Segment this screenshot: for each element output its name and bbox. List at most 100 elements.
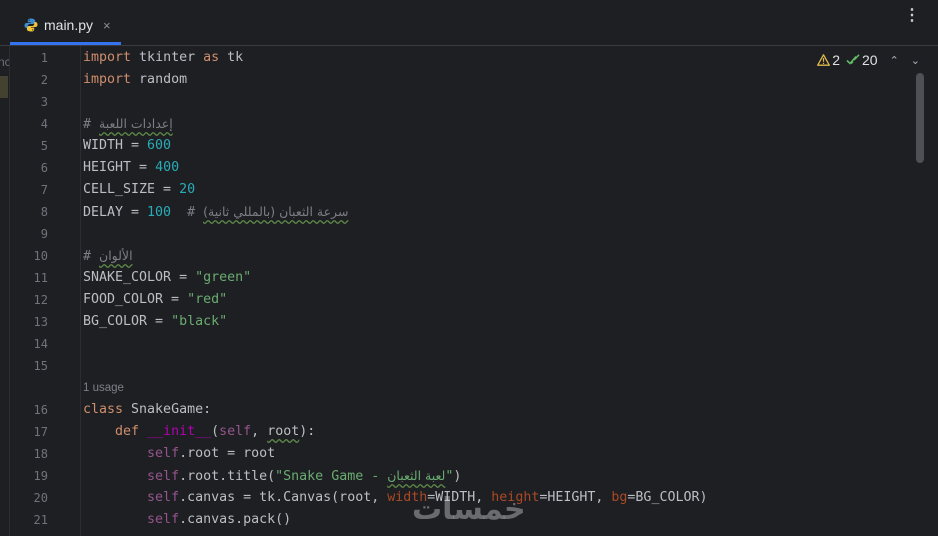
project-selected-item[interactable] bbox=[0, 76, 8, 98]
comment-text: الألوان bbox=[99, 248, 133, 263]
code-text: ( bbox=[211, 424, 220, 439]
line-number: 14 bbox=[33, 337, 48, 351]
warnings-count: 2 bbox=[832, 52, 840, 68]
code-line-18[interactable]: self.root = root bbox=[83, 443, 275, 465]
number-literal: 20 bbox=[179, 182, 196, 197]
line-number-gutter: 1 2 3 4 5 6 7 8 9 10 11 12 13 14 15 16 1… bbox=[10, 46, 80, 536]
line-number: 18 bbox=[33, 447, 48, 461]
self-keyword: self bbox=[147, 512, 180, 527]
vertical-scrollbar-thumb[interactable] bbox=[916, 73, 924, 163]
tab-label: main.py bbox=[44, 17, 94, 33]
code-line-16[interactable]: class SnakeGame: bbox=[83, 399, 211, 421]
code-text: .root.title( bbox=[179, 469, 276, 484]
code-text: SnakeGame: bbox=[123, 402, 212, 417]
string-literal: "green" bbox=[195, 270, 252, 285]
weak-warnings-counter[interactable]: 20 bbox=[846, 52, 878, 68]
keyword: class bbox=[83, 402, 124, 417]
keyword: as bbox=[203, 50, 220, 65]
code-text: , bbox=[251, 424, 268, 439]
code-line-21[interactable]: self.canvas.pack() bbox=[83, 509, 291, 531]
number-literal: 400 bbox=[155, 160, 180, 175]
next-highlight-icon[interactable]: ⌄ bbox=[911, 54, 920, 67]
code-line-1[interactable]: import tkinter as tk bbox=[83, 47, 243, 69]
self-keyword: self bbox=[147, 490, 180, 505]
parameter: root bbox=[267, 424, 300, 439]
keyword: import bbox=[83, 50, 132, 65]
comment-marker: # bbox=[83, 117, 100, 132]
code-line-2[interactable]: import random bbox=[83, 69, 187, 91]
code-line-10[interactable]: # الألوان bbox=[83, 245, 133, 267]
code-line-12[interactable]: FOOD_COLOR = "red" bbox=[83, 289, 227, 311]
active-tab-indicator bbox=[10, 42, 121, 45]
line-number: 10 bbox=[33, 249, 48, 263]
code-text: FOOD_COLOR = bbox=[83, 292, 188, 307]
line-number: 3 bbox=[40, 95, 48, 109]
more-options-icon[interactable]: ⋮ bbox=[904, 8, 920, 24]
line-number: 4 bbox=[40, 117, 48, 131]
code-text: =HEIGHT, bbox=[539, 490, 612, 505]
code-line-17[interactable]: def __init__(self, root): bbox=[83, 421, 315, 443]
function-name: __init__ bbox=[147, 424, 212, 439]
tab-main-py[interactable]: main.py × bbox=[10, 4, 121, 46]
code-text: random bbox=[131, 72, 188, 87]
code-text: tkinter bbox=[131, 50, 204, 65]
project-panel-text: nc bbox=[0, 55, 9, 69]
weak-warnings-count: 20 bbox=[861, 52, 878, 68]
keyword: def bbox=[115, 424, 140, 439]
line-number: 8 bbox=[40, 205, 48, 219]
string-arabic: لعبة الثعبان bbox=[387, 468, 446, 483]
python-file-icon bbox=[24, 18, 38, 32]
code-line-13[interactable]: BG_COLOR = "black" bbox=[83, 311, 227, 333]
code-text: .canvas = tk.Canvas(root, bbox=[179, 490, 388, 505]
line-number: 21 bbox=[33, 513, 48, 527]
line-number: 6 bbox=[40, 161, 48, 175]
string-literal: "Snake Game - bbox=[275, 469, 388, 484]
comment-text: إعدادات اللعبة bbox=[99, 116, 173, 131]
code-editor[interactable]: import tkinter as tk import random # إعد… bbox=[80, 46, 916, 536]
code-line-11[interactable]: SNAKE_COLOR = "green" bbox=[83, 267, 251, 289]
close-icon[interactable]: × bbox=[103, 18, 111, 33]
code-text: tk bbox=[219, 50, 244, 65]
self-keyword: self bbox=[219, 424, 252, 439]
code-text: SNAKE_COLOR = bbox=[83, 270, 196, 285]
line-number: 12 bbox=[33, 293, 48, 307]
comment-marker: # bbox=[83, 249, 100, 264]
line-number: 16 bbox=[33, 403, 48, 417]
line-number: 7 bbox=[40, 183, 48, 197]
usage-hint[interactable]: 1 usage bbox=[83, 379, 124, 397]
keyword: import bbox=[83, 72, 132, 87]
code-text: .canvas.pack() bbox=[179, 512, 292, 527]
comment-text: سرعة الثعبان (بالمللي ثانية) bbox=[203, 204, 349, 219]
inspections-widget[interactable]: 2 20 ⌃ ⌄ bbox=[817, 50, 920, 70]
project-panel-edge: nc bbox=[0, 46, 10, 536]
previous-highlight-icon[interactable]: ⌃ bbox=[890, 54, 899, 67]
string-literal: "black" bbox=[171, 314, 228, 329]
number-literal: 600 bbox=[147, 138, 172, 153]
line-number: 17 bbox=[33, 425, 48, 439]
code-line-20[interactable]: self.canvas = tk.Canvas(root, width=WIDT… bbox=[83, 487, 707, 509]
code-line-6[interactable]: HEIGHT = 400 bbox=[83, 157, 179, 179]
code-text: .root = root bbox=[179, 446, 276, 461]
double-check-icon bbox=[846, 54, 860, 65]
self-keyword: self bbox=[147, 446, 180, 461]
line-number: 19 bbox=[33, 469, 48, 483]
code-line-7[interactable]: CELL_SIZE = 20 bbox=[83, 179, 195, 201]
code-line-8[interactable]: DELAY = 100 # سرعة الثعبان (بالمللي ثاني… bbox=[83, 201, 348, 223]
code-text: ): bbox=[299, 424, 316, 439]
line-number: 15 bbox=[33, 359, 48, 373]
code-line-4[interactable]: # إعدادات اللعبة bbox=[83, 113, 173, 135]
line-number: 1 bbox=[40, 51, 48, 65]
code-line-5[interactable]: WIDTH = 600 bbox=[83, 135, 171, 157]
warning-icon bbox=[817, 54, 831, 66]
line-number: 13 bbox=[33, 315, 48, 329]
number-literal: 100 bbox=[147, 205, 172, 220]
code-line-19[interactable]: self.root.title("Snake Game - لعبة الثعب… bbox=[83, 465, 461, 487]
warnings-counter[interactable]: 2 bbox=[817, 52, 840, 68]
comment-marker: # bbox=[171, 205, 204, 220]
keyword-argument: bg bbox=[611, 490, 628, 505]
